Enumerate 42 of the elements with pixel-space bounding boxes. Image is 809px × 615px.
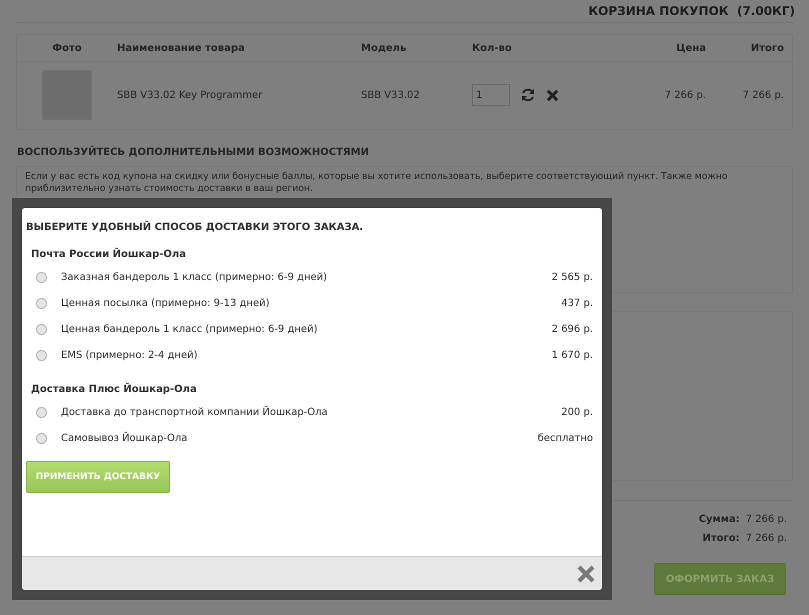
delete-icon[interactable] <box>546 88 559 102</box>
product-name: SBB V33.02 Key Programmer <box>117 90 264 100</box>
close-icon[interactable] <box>577 564 595 582</box>
radio-button[interactable] <box>36 272 47 282</box>
radio-button[interactable] <box>36 298 47 308</box>
shipping-price: бесплатно <box>538 432 593 444</box>
shipping-option-label[interactable]: Доставка до транспортной компании Йошкар-Ола <box>61 406 562 418</box>
column-header: Цена <box>675 42 706 54</box>
shipping-option-label[interactable]: Заказная бандероль 1 класс (примерно: 6-9 дней) <box>61 272 552 282</box>
radio-button[interactable] <box>36 432 47 444</box>
total-value: 7 266 р. <box>746 532 787 545</box>
column-header: Итого <box>750 42 784 54</box>
shipping-price: 200 р. <box>561 406 593 418</box>
quantity-field[interactable]: 1 <box>472 84 510 106</box>
modal-title: ВЫБЕРИТЕ УДОБНЫЙ СПОСОБ ДОСТАВКИ ЭТОГО ЗАКАЗА. <box>26 222 364 233</box>
price-cell-text: 7 266 р. <box>664 90 706 100</box>
radio-button[interactable] <box>36 406 47 418</box>
cart-title: КОРЗИНА ПОКУПОК (7.00КГ) <box>588 4 795 18</box>
shipping-option-label[interactable]: EMS (примерно: 2-4 дней) <box>61 350 552 360</box>
coupon-info-text: Если у вас есть код купона на скидку или бонусные баллы, которые вы хотите использовать, выберите соответствующий пункт. Также можно приблизительно узнать стоимость доставки в ваш регион. <box>25 171 728 195</box>
radio-button[interactable] <box>36 324 47 334</box>
shipping-group-name: Доставка Плюс Йошкар-Ола <box>31 384 198 396</box>
column-header: Кол-во <box>472 42 513 54</box>
refresh-icon[interactable] <box>520 87 536 103</box>
total-label: Сумма: <box>698 513 740 526</box>
shipping-option-label[interactable]: Ценная посылка (примерно: 9-13 дней) <box>61 298 562 308</box>
shipping-option-label[interactable]: Ценная бандероль 1 класс (примерно: 6-9 дней) <box>61 324 552 334</box>
shipping-option-label[interactable]: Самовывоз Йошкар-Ола <box>61 432 538 444</box>
shipping-price: 2 696 р. <box>552 324 593 334</box>
column-header: Модель <box>361 42 408 54</box>
product-model: SBB V33.02 <box>361 90 421 100</box>
total-label: Итого: <box>702 532 740 545</box>
shipping-group-name: Почта России Йошкар-Ола <box>31 249 187 261</box>
total-cell-text: 7 266 р. <box>742 90 784 100</box>
section-heading: ВОСПОЛЬЗУЙТЕСЬ ДОПОЛНИТЕЛЬНЫМИ ВОЗМОЖНОСТЯМИ <box>17 147 370 158</box>
column-header: Наименование товара <box>117 42 246 54</box>
radio-button[interactable] <box>36 350 47 360</box>
shipping-price: 2 565 р. <box>552 272 593 282</box>
column-header: Фото <box>51 42 83 54</box>
shipping-price: 1 670 р. <box>552 350 593 360</box>
shipping-price: 437 р. <box>561 298 593 308</box>
total-value: 7 266 р. <box>746 513 787 526</box>
